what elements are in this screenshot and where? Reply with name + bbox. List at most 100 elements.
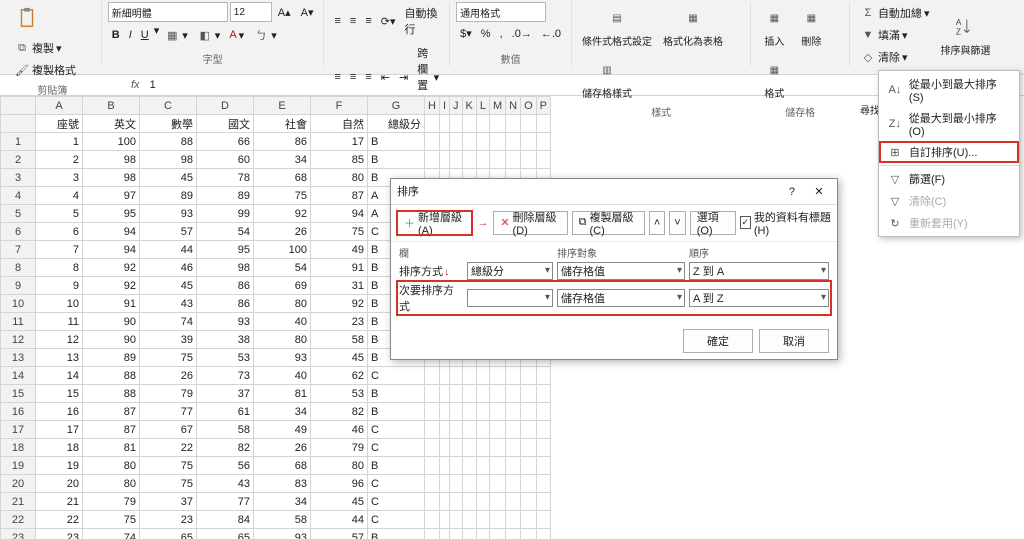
cell[interactable]: 9: [36, 277, 83, 295]
menu-sort-asc[interactable]: A↓從最小到最大排序(S): [879, 73, 1019, 107]
cell[interactable]: 58: [254, 511, 311, 529]
cell[interactable]: [536, 511, 550, 529]
cell[interactable]: 57: [140, 223, 197, 241]
cell[interactable]: [450, 133, 463, 151]
cell[interactable]: C: [368, 475, 425, 493]
cell[interactable]: 17: [311, 133, 368, 151]
orientation-button[interactable]: ⟳▾: [377, 2, 400, 40]
decrease-font-button[interactable]: A▾: [297, 2, 318, 22]
bold-button[interactable]: B: [108, 24, 124, 46]
cell[interactable]: 46: [311, 421, 368, 439]
cell[interactable]: C: [368, 421, 425, 439]
column-header[interactable]: I: [439, 97, 449, 115]
paste-button[interactable]: [10, 2, 44, 34]
cell[interactable]: 85: [311, 151, 368, 169]
row-header[interactable]: 13: [1, 349, 36, 367]
cell[interactable]: 77: [140, 403, 197, 421]
cell[interactable]: 86: [197, 277, 254, 295]
row-header[interactable]: 2: [1, 151, 36, 169]
cell[interactable]: 14: [36, 367, 83, 385]
cell[interactable]: 26: [254, 439, 311, 457]
format-painter-button[interactable]: 🖌複製格式: [10, 59, 80, 81]
font-color-button[interactable]: A▾: [225, 24, 248, 46]
cell[interactable]: [521, 385, 537, 403]
underline-button[interactable]: U: [137, 24, 153, 46]
column-header[interactable]: J: [450, 97, 463, 115]
cell[interactable]: 80: [311, 169, 368, 187]
cell[interactable]: 95: [83, 205, 140, 223]
column-header[interactable]: H: [425, 97, 440, 115]
cell[interactable]: [462, 493, 476, 511]
cell[interactable]: [476, 151, 489, 169]
row-header[interactable]: 15: [1, 385, 36, 403]
cell[interactable]: [521, 475, 537, 493]
cell[interactable]: 23: [36, 529, 83, 539]
cell[interactable]: 92: [83, 259, 140, 277]
menu-clear[interactable]: ▽清除(C): [879, 190, 1019, 212]
menu-sort-desc[interactable]: Z↓從最大到最小排序(O): [879, 107, 1019, 141]
cell[interactable]: [536, 385, 550, 403]
select-all-cell[interactable]: [1, 97, 36, 115]
cell[interactable]: [450, 115, 463, 133]
cell[interactable]: 88: [140, 133, 197, 151]
cell[interactable]: [521, 529, 537, 539]
cell[interactable]: [506, 421, 521, 439]
cell[interactable]: 75: [140, 457, 197, 475]
row-header[interactable]: 20: [1, 475, 36, 493]
cell[interactable]: [476, 367, 489, 385]
cell[interactable]: [425, 439, 440, 457]
cell[interactable]: [450, 367, 463, 385]
cell[interactable]: [439, 403, 449, 421]
cell[interactable]: 74: [140, 313, 197, 331]
column-header[interactable]: L: [476, 97, 489, 115]
row-header[interactable]: 18: [1, 439, 36, 457]
cell[interactable]: [476, 475, 489, 493]
cell[interactable]: 75: [311, 223, 368, 241]
dialog-help-button[interactable]: ?: [780, 183, 804, 201]
cell[interactable]: 87: [83, 421, 140, 439]
cell[interactable]: 100: [83, 133, 140, 151]
cell[interactable]: 57: [311, 529, 368, 539]
row-header[interactable]: 7: [1, 241, 36, 259]
cell[interactable]: 3: [36, 169, 83, 187]
cell[interactable]: 98: [140, 151, 197, 169]
delete-button[interactable]: ▦刪除: [794, 2, 828, 51]
row-header[interactable]: 14: [1, 367, 36, 385]
row-header[interactable]: 9: [1, 277, 36, 295]
copy-level-button[interactable]: ⧉複製層級(C): [572, 211, 645, 235]
cell[interactable]: 15: [36, 385, 83, 403]
cell[interactable]: 34: [254, 493, 311, 511]
conditional-format-button[interactable]: ▤條件式格式設定: [578, 2, 656, 51]
column-header[interactable]: D: [197, 97, 254, 115]
cell[interactable]: [489, 151, 505, 169]
cell[interactable]: [521, 367, 537, 385]
clear-button[interactable]: ◇清除▾: [856, 46, 934, 68]
cell[interactable]: 44: [140, 241, 197, 259]
cell[interactable]: B: [368, 403, 425, 421]
cell[interactable]: 26: [254, 223, 311, 241]
cell[interactable]: C: [368, 439, 425, 457]
cell[interactable]: 89: [197, 187, 254, 205]
row-header[interactable]: 4: [1, 187, 36, 205]
fill-color-button[interactable]: ◧▾: [193, 24, 225, 46]
cell[interactable]: 81: [83, 439, 140, 457]
cell[interactable]: 83: [254, 475, 311, 493]
cell[interactable]: [425, 475, 440, 493]
cell[interactable]: [521, 493, 537, 511]
options-button[interactable]: 選項(O): [690, 211, 736, 235]
menu-filter[interactable]: ▽篩選(F): [879, 168, 1019, 190]
fill-button[interactable]: ▼填滿▾: [856, 24, 934, 46]
cell[interactable]: 8: [36, 259, 83, 277]
cell[interactable]: [536, 493, 550, 511]
cell[interactable]: [439, 439, 449, 457]
cell[interactable]: 12: [36, 331, 83, 349]
cell[interactable]: [521, 133, 537, 151]
has-headers-checkbox[interactable]: ✓我的資料有標題(H): [740, 209, 831, 237]
column-header[interactable]: C: [140, 97, 197, 115]
cell[interactable]: [506, 151, 521, 169]
cell[interactable]: [489, 115, 505, 133]
cell[interactable]: [506, 133, 521, 151]
cell[interactable]: [462, 115, 476, 133]
cell[interactable]: 10: [36, 295, 83, 313]
cell[interactable]: 45: [140, 277, 197, 295]
